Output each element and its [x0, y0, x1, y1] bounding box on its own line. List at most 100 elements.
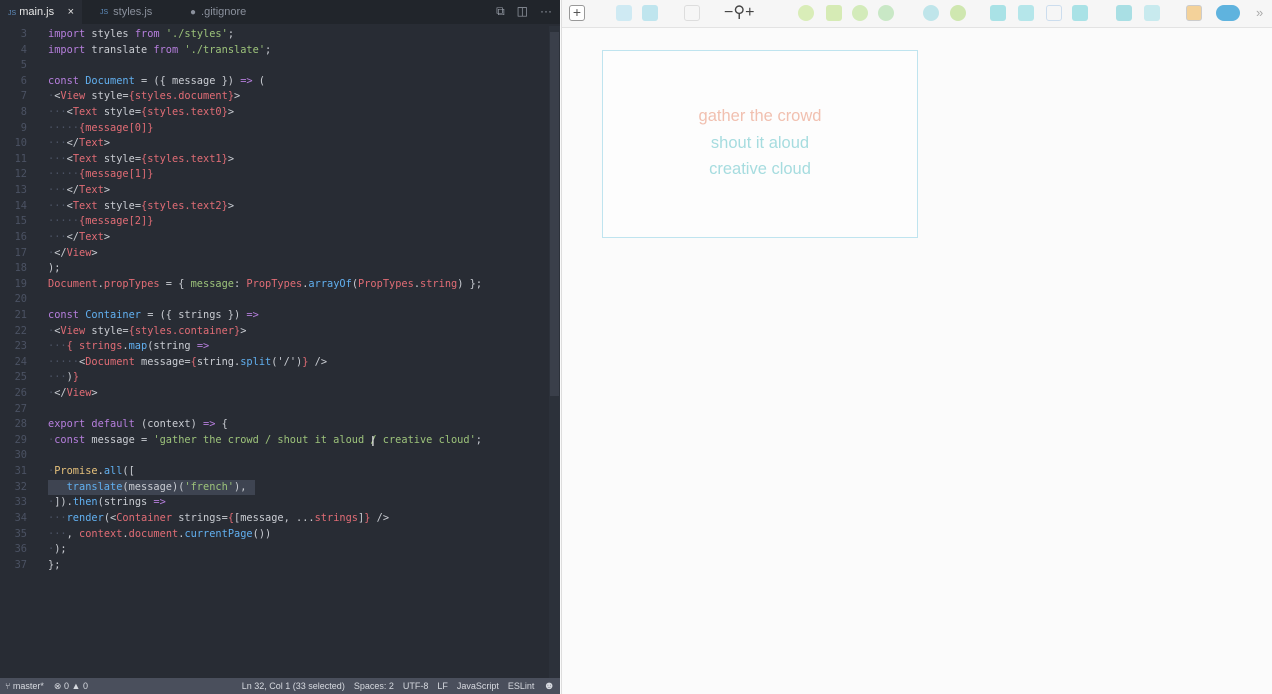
code-token: > [240, 324, 247, 337]
code-line[interactable]: 9 ·····{message[0]} [0, 121, 548, 137]
difference-icon[interactable] [1072, 5, 1088, 21]
code-line[interactable]: 33 ·]).then(strings => [0, 495, 548, 511]
language-mode[interactable]: JavaScript [457, 681, 499, 691]
code-line[interactable]: 5 [0, 58, 548, 74]
code-line[interactable]: 14 ···<Text style={styles.text2}> [0, 199, 548, 215]
cursor-position[interactable]: Ln 32, Col 1 (33 selected) [242, 681, 345, 691]
rotate-icon[interactable] [852, 5, 868, 21]
code-line[interactable]: 25 ···)} [0, 370, 548, 386]
scrollbar-thumb[interactable] [550, 32, 559, 396]
code-line[interactable]: 29 ·const message = 'gather the crowd / s… [0, 433, 548, 449]
code-line[interactable]: 34 ···render(<Container strings={[message… [0, 511, 548, 527]
encoding[interactable]: UTF-8 [403, 681, 429, 691]
code-editor[interactable]: JS main.js × JS styles.js ● .gitignore ⧉ ◫ … [0, 0, 560, 678]
zoom-icon[interactable]: ⚲ [733, 4, 745, 21]
code-line[interactable]: 28 export default (context) => { [0, 417, 548, 433]
git-branch[interactable]: ⑂ master* [5, 681, 44, 691]
scrollbar[interactable] [549, 26, 560, 678]
code-line[interactable]: 19 Document.propTypes = { message: PropTy… [0, 277, 548, 293]
union-icon[interactable] [990, 5, 1006, 21]
intersect-icon[interactable] [1046, 5, 1062, 21]
linter[interactable]: ESLint [508, 681, 535, 691]
code-line[interactable]: 6 const Document = ({ message }) => ( [0, 74, 548, 90]
code-line[interactable]: 21 const Container = ({ strings }) => [0, 308, 548, 324]
forward-icon[interactable] [1116, 5, 1132, 21]
code-line[interactable]: 35 ···, context.document.currentPage()) [0, 527, 548, 543]
tab-styles-js[interactable]: JS styles.js [82, 0, 182, 24]
insert-plus-icon[interactable]: + [569, 5, 585, 21]
close-icon[interactable]: × [68, 6, 74, 18]
code-line[interactable]: 3 import styles from './styles'; [0, 27, 548, 43]
code-token: (string [147, 340, 197, 353]
code-line[interactable]: 18); [0, 261, 548, 277]
mask-icon[interactable] [923, 5, 939, 21]
line-ending[interactable]: LF [437, 681, 448, 691]
feedback-smiley-icon[interactable]: ☻ [543, 680, 555, 692]
code-token: {message[1]} [79, 168, 154, 181]
code-line[interactable]: 22 ·<View style={styles.container}> [0, 324, 548, 340]
flatten-icon[interactable] [878, 5, 894, 21]
code-line[interactable]: 12 ·····{message[1]} [0, 167, 548, 183]
code-line[interactable]: 4 import translate from './translate'; [0, 43, 548, 59]
tab-bar: JS main.js × JS styles.js ● .gitignore ⧉ ◫ … [0, 0, 560, 24]
cloud-upload-icon[interactable] [1216, 5, 1240, 21]
scale-icon[interactable] [950, 5, 966, 21]
subtract-icon[interactable] [1018, 5, 1034, 21]
code-line[interactable]: 37}; [0, 558, 548, 574]
code-line[interactable]: 15 ·····{message[2]} [0, 214, 548, 230]
backward-icon[interactable] [1144, 5, 1160, 21]
code-line[interactable]: 11 ···<Text style={styles.text1}> [0, 152, 548, 168]
artboard-text-1[interactable]: shout it aloud [603, 134, 917, 153]
code-token: = ({ message }) [134, 74, 241, 87]
open-preview-icon[interactable]: ⧉ [496, 4, 505, 19]
code-line[interactable]: 13 ···</Text> [0, 183, 548, 199]
code-line[interactable]: 32 translate(message)('french'), [0, 479, 548, 496]
code-token: style= [85, 324, 129, 337]
code-token: {styles.container} [128, 324, 241, 337]
code-line[interactable]: 20 [0, 292, 548, 308]
branch-label: master* [12, 681, 44, 691]
code-line[interactable]: 23 ···{ strings.map(string => [0, 339, 548, 355]
line-text: ·]).then(strings => [48, 495, 166, 511]
code-token: ()) [252, 527, 272, 540]
sketch-mirror-icon[interactable] [1186, 5, 1202, 21]
code-line[interactable]: 30 [0, 448, 548, 464]
code-token: ··· [48, 184, 67, 197]
code-token: => [196, 340, 210, 353]
more-icon[interactable]: ··· [540, 4, 552, 19]
tab-main-js[interactable]: JS main.js × [0, 0, 82, 24]
line-number: 25 [14, 371, 27, 384]
code-line[interactable]: 17 ·</View> [0, 246, 548, 262]
artboard-text-2[interactable]: creative cloud [603, 160, 917, 179]
edit-icon[interactable] [798, 5, 814, 21]
code-area[interactable]: 3 import styles from './styles'; 4 import t… [0, 27, 548, 573]
code-token: (context) [134, 418, 204, 431]
line-text: Document.propTypes = { message: PropType… [48, 277, 482, 293]
tab-gitignore[interactable]: ● .gitignore [182, 0, 262, 24]
code-line[interactable]: 10 ···</Text> [0, 136, 548, 152]
code-line[interactable]: 27 [0, 402, 548, 418]
ungroup-icon[interactable] [642, 5, 658, 21]
zoom-controls[interactable]: −⚲+ [724, 5, 772, 21]
code-line[interactable]: 8 ···<Text style={styles.text0}> [0, 105, 548, 121]
code-token: const [48, 308, 79, 321]
transform-icon[interactable] [826, 5, 842, 21]
code-line[interactable]: 16 ···</Text> [0, 230, 548, 246]
line-number: 37 [14, 558, 27, 571]
more-chevron-icon[interactable]: » [1256, 5, 1272, 21]
code-line[interactable]: 7 ·<View style={styles.document}> [0, 89, 548, 105]
artboard[interactable]: gather the crowd shout it aloud creative… [602, 50, 918, 238]
problems-indicator[interactable]: ⊗ 0 ▲ 0 [54, 681, 88, 692]
code-line[interactable]: 31 ·Promise.all([ [0, 464, 548, 480]
create-symbol-icon[interactable] [684, 5, 700, 21]
indentation[interactable]: Spaces: 2 [354, 681, 394, 691]
artboard-text-0[interactable]: gather the crowd [603, 107, 917, 126]
code-line[interactable]: 24 ·····<Document message={string.split('… [0, 355, 548, 371]
code-line[interactable]: 26 ·</View> [0, 386, 548, 402]
line-text: ·····{message[1]} [48, 167, 153, 183]
split-editor-icon[interactable]: ◫ [517, 4, 528, 19]
code-line[interactable]: 36 ·); [0, 542, 548, 558]
line-number: 20 [14, 293, 27, 306]
group-icon[interactable] [616, 5, 632, 21]
code-token: Promise [54, 465, 98, 478]
